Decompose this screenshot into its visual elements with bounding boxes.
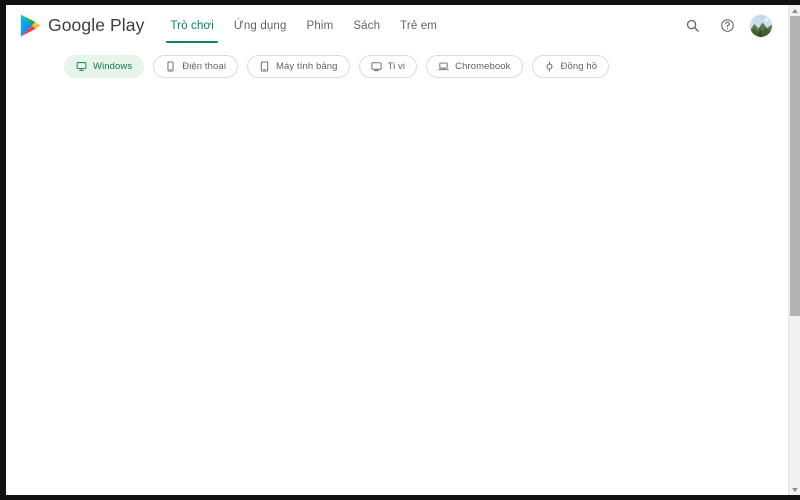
chip-watch[interactable]: Đồng hồ	[531, 55, 610, 78]
desktop-icon	[76, 61, 87, 72]
chip-tablet-label: Máy tính bảng	[276, 61, 338, 72]
watch-icon	[544, 61, 555, 72]
chip-windows-label: Windows	[93, 61, 133, 72]
device-filter-chips: Windows Điện thoại Máy tính bảng Ti vi C…	[6, 46, 788, 78]
tab-games-label: Trò chơi	[170, 19, 214, 32]
chip-tv-label: Ti vi	[387, 61, 406, 72]
scroll-up-arrow-icon[interactable]	[789, 5, 800, 16]
chip-tablet[interactable]: Máy tính bảng	[247, 55, 350, 78]
tab-games[interactable]: Trò chơi	[160, 5, 223, 46]
chip-phone[interactable]: Điện thoại	[153, 55, 239, 78]
tab-apps-label: Ứng dụng	[233, 19, 287, 32]
chip-windows[interactable]: Windows	[64, 55, 145, 78]
vertical-scrollbar[interactable]	[788, 5, 800, 495]
tab-kids[interactable]: Trẻ em	[390, 5, 447, 46]
site-header: Google Play Trò chơi Ứng dụng Phim Sách	[6, 5, 788, 46]
page-viewport: Google Play Trò chơi Ứng dụng Phim Sách	[6, 5, 800, 495]
header-actions	[680, 14, 776, 38]
main-content-area	[6, 78, 788, 478]
browser-window-frame: Google Play Trò chơi Ứng dụng Phim Sách	[0, 0, 800, 500]
help-icon[interactable]	[715, 14, 739, 38]
google-play-triangle-icon	[20, 14, 41, 37]
laptop-icon	[438, 61, 449, 72]
tab-movies-label: Phim	[306, 19, 334, 32]
phone-icon	[165, 61, 176, 72]
account-avatar[interactable]	[750, 14, 772, 37]
tab-apps[interactable]: Ứng dụng	[224, 5, 297, 46]
tv-icon	[371, 61, 382, 72]
scroll-down-arrow-glyph	[792, 487, 798, 492]
tab-kids-label: Trẻ em	[400, 19, 438, 32]
tablet-icon	[259, 61, 270, 72]
tab-books-label: Sách	[353, 19, 381, 32]
brand-name: Google Play	[48, 15, 145, 35]
primary-nav: Trò chơi Ứng dụng Phim Sách Trẻ em	[160, 5, 447, 46]
tab-movies[interactable]: Phim	[297, 5, 344, 46]
tab-books[interactable]: Sách	[343, 5, 390, 46]
scroll-down-arrow-icon[interactable]	[789, 484, 800, 495]
chip-tv[interactable]: Ti vi	[358, 55, 418, 78]
chip-chromebook[interactable]: Chromebook	[426, 55, 523, 78]
scrollbar-thumb[interactable]	[790, 16, 800, 316]
google-play-page: Google Play Trò chơi Ứng dụng Phim Sách	[6, 5, 788, 495]
chip-chromebook-label: Chromebook	[455, 61, 511, 72]
chip-watch-label: Đồng hồ	[560, 61, 598, 72]
google-play-brand[interactable]: Google Play	[20, 14, 148, 37]
search-icon[interactable]	[680, 14, 704, 38]
scroll-up-arrow-glyph	[792, 8, 798, 13]
chip-phone-label: Điện thoại	[182, 61, 227, 72]
